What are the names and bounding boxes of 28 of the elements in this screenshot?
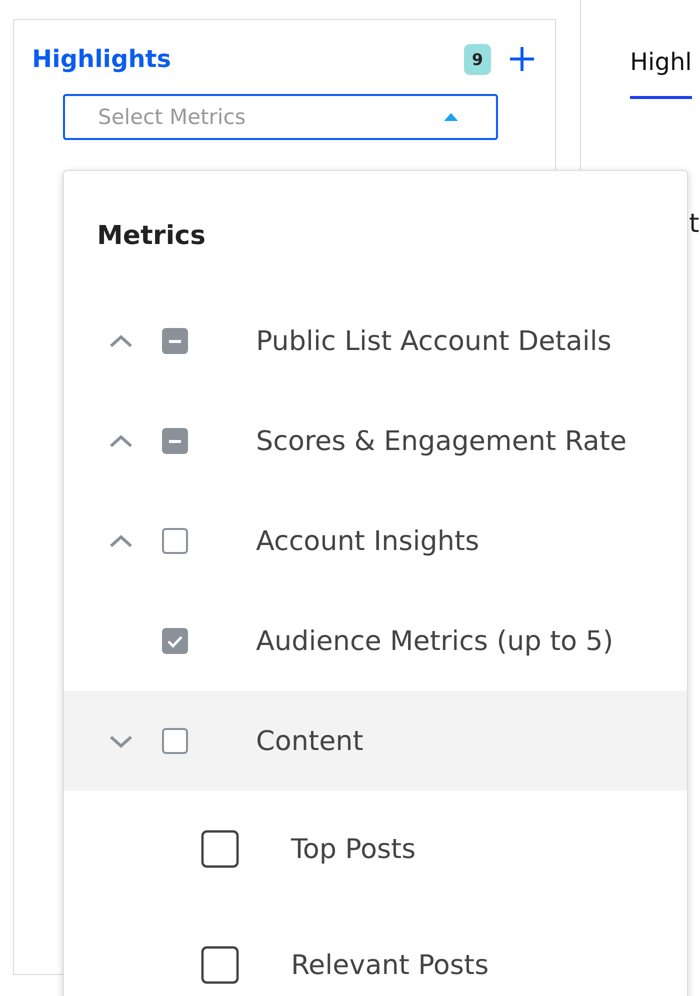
menu-item-label: Audience Metrics (up to 5) <box>256 626 614 656</box>
menu-row[interactable]: Content <box>64 691 687 791</box>
checkbox[interactable] <box>162 628 188 654</box>
checkbox[interactable] <box>201 946 239 984</box>
submenu-item-label: Top Posts <box>291 834 416 864</box>
submenu-row[interactable]: Top Posts <box>64 791 687 907</box>
text-fragment: t <box>689 209 700 241</box>
checkbox[interactable] <box>162 528 188 554</box>
tab[interactable]: Highl <box>630 48 692 99</box>
menu-heading: Metrics <box>96 221 207 253</box>
menu-item-label: Account Insights <box>256 526 480 556</box>
panel-title: Highlights <box>32 45 172 73</box>
menu-row[interactable]: Account Insights <box>64 491 687 591</box>
menu-item-label: Public List Account Details <box>256 326 612 356</box>
menu-row[interactable]: Scores & Engagement Rate <box>64 391 687 491</box>
checkbox[interactable] <box>201 830 239 868</box>
checkbox[interactable] <box>162 428 188 454</box>
menu-row[interactable]: Audience Metrics (up to 5) <box>64 591 687 691</box>
menu-item-label: Content <box>256 726 364 756</box>
menu-row[interactable]: Public List Account Details <box>64 291 687 391</box>
submenu-row[interactable]: Relevant Posts <box>64 907 687 996</box>
caret-icon <box>444 113 458 121</box>
checkbox[interactable] <box>162 728 188 754</box>
menu-item-label: Scores & Engagement Rate <box>256 426 627 456</box>
submenu-item-label: Relevant Posts <box>291 950 489 980</box>
checkbox[interactable] <box>162 328 188 354</box>
add-button[interactable] <box>509 46 535 72</box>
count-badge: 9 <box>464 44 491 74</box>
